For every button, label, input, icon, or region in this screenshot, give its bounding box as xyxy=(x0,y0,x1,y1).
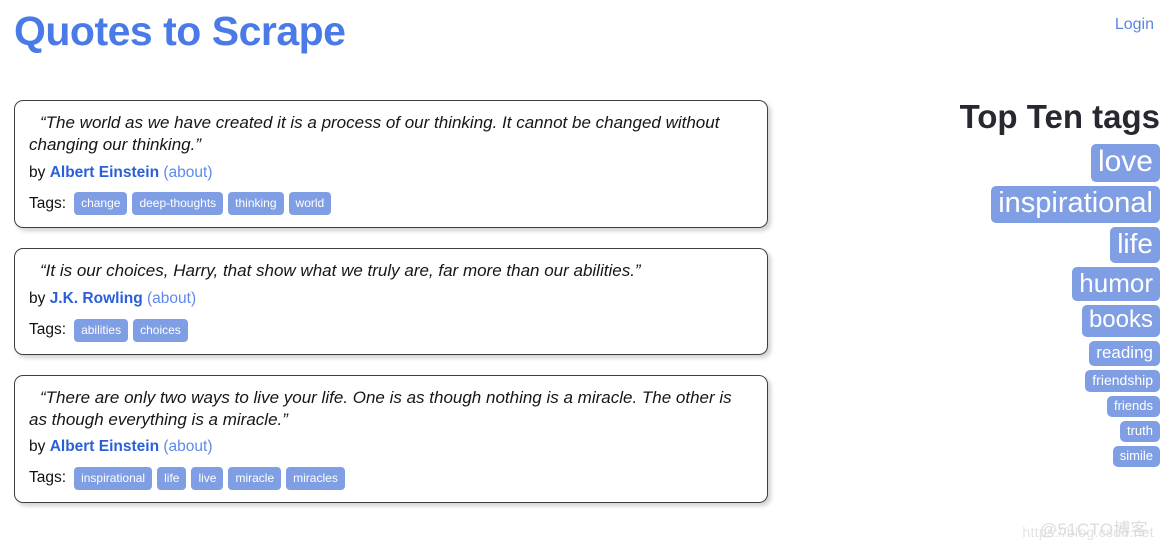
by-label: by xyxy=(29,289,46,307)
tag-badge[interactable]: world xyxy=(288,192,332,216)
quote-card: “It is our choices, Harry, that show wha… xyxy=(14,248,768,355)
tag-cloud-row: humor xyxy=(900,266,1160,301)
quote-text: “It is our choices, Harry, that show wha… xyxy=(40,261,641,281)
tags-label: Tags: xyxy=(29,321,67,338)
tag-cloud-item[interactable]: friendship xyxy=(1085,369,1160,392)
tag-cloud-row: friendship xyxy=(900,369,1160,392)
tag-cloud-item[interactable]: love xyxy=(1090,143,1160,182)
tag-badge[interactable]: deep-thoughts xyxy=(132,192,224,216)
tag-cloud-list: love inspirational life humor books reading fr… xyxy=(900,143,1160,467)
tag-cloud-item[interactable]: simile xyxy=(1112,445,1160,467)
author-name: Albert Einstein xyxy=(49,163,160,181)
page-root: Quotes to Scrape Login “The world as we … xyxy=(0,0,1168,550)
tag-cloud-item[interactable]: life xyxy=(1110,226,1160,263)
tag-badge[interactable]: thinking xyxy=(228,192,284,216)
tags-label: Tags: xyxy=(29,469,67,487)
author-name: J.K. Rowling xyxy=(49,289,143,307)
quote-text: “The world as we have created it is a pr… xyxy=(29,113,720,155)
tag-cloud-item[interactable]: humor xyxy=(1072,266,1160,301)
tag-badge[interactable]: inspirational xyxy=(74,466,153,490)
author-name: Albert Einstein xyxy=(49,438,160,456)
tag-badge[interactable]: change xyxy=(74,192,128,216)
tag-badge[interactable]: choices xyxy=(133,318,188,342)
tag-badge[interactable]: abilities xyxy=(74,318,129,342)
login-link[interactable]: Login xyxy=(1115,16,1154,34)
tags-row: Tags: abilities choices xyxy=(29,318,753,342)
author-about-link[interactable]: (about) xyxy=(163,438,212,455)
tag-cloud-sidebar: Top Ten tags love inspirational life humor b… xyxy=(900,98,1160,471)
tag-cloud-row: inspirational xyxy=(900,185,1160,223)
tags-label: Tags: xyxy=(29,194,67,212)
tag-cloud-row: friends xyxy=(900,395,1160,417)
quote-attribution: by Albert Einstein (about) xyxy=(29,438,753,457)
tag-cloud-item[interactable]: friends xyxy=(1106,395,1160,417)
quotes-list: “The world as we have created it is a pr… xyxy=(14,100,768,523)
tag-badge[interactable]: life xyxy=(157,466,187,490)
quote-attribution: by J.K. Rowling (about) xyxy=(29,290,753,309)
quote-attribution: by Albert Einstein (about) xyxy=(29,164,753,183)
tag-badge[interactable]: live xyxy=(191,466,224,490)
author-about-link[interactable]: (about) xyxy=(147,290,196,307)
tag-badge[interactable]: miracles xyxy=(286,466,345,490)
by-label: by xyxy=(29,438,46,456)
tag-cloud-row: reading xyxy=(900,340,1160,366)
tag-cloud-row: life xyxy=(900,226,1160,263)
tag-cloud-item[interactable]: truth xyxy=(1119,420,1160,442)
watermark-overlay: https://blog.csdn.net @51CTO博客 xyxy=(1022,520,1154,540)
quote-card: “The world as we have created it is a pr… xyxy=(14,100,768,229)
tag-cloud-item[interactable]: inspirational xyxy=(991,185,1160,223)
tag-cloud-row: books xyxy=(900,304,1160,337)
watermark-url: https://blog.csdn.net xyxy=(1022,524,1154,540)
by-label: by xyxy=(29,163,46,181)
site-title: Quotes to Scrape xyxy=(14,8,346,54)
page-header: Quotes to Scrape Login xyxy=(0,0,1168,78)
tag-cloud-item[interactable]: books xyxy=(1081,304,1160,337)
watermark-brand: @51CTO博客 xyxy=(1039,520,1148,539)
quote-text: “There are only two ways to live your li… xyxy=(29,387,732,429)
quote-card: “There are only two ways to live your li… xyxy=(14,374,768,503)
tag-cloud-item[interactable]: reading xyxy=(1089,340,1160,366)
tag-cloud-row: truth xyxy=(900,420,1160,442)
tags-row: Tags: change deep-thoughts thinking world xyxy=(29,192,753,216)
tag-cloud-row: simile xyxy=(900,445,1160,467)
tag-badge[interactable]: miracle xyxy=(228,466,282,490)
author-about-link[interactable]: (about) xyxy=(163,164,212,181)
tag-cloud-heading: Top Ten tags xyxy=(959,98,1160,135)
tags-row: Tags: inspirational life live miracle miracle… xyxy=(29,466,753,490)
tag-cloud-row: love xyxy=(900,143,1160,182)
